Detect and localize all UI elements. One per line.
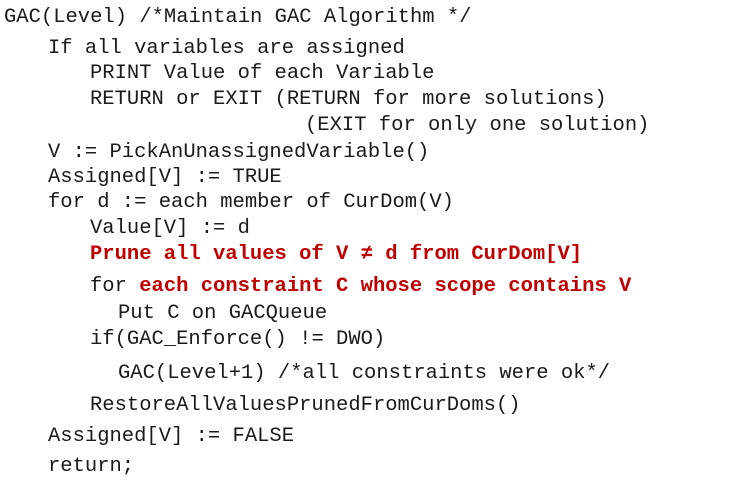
if-enforce-suffix: Enforce() != DWO) bbox=[176, 328, 386, 351]
code-line-return-exit: RETURN or EXIT (RETURN for more solution… bbox=[90, 88, 607, 111]
code-line-restore: RestoreAllValuesPrunedFromCurDoms() bbox=[90, 394, 521, 417]
code-line-header: GAC(Level) /*Maintain GAC Algorithm */ bbox=[4, 6, 472, 29]
code-line-assigned-true: Assigned[V] := TRUE bbox=[48, 166, 282, 189]
code-line-recurse: GAC(Level+1) /*all constraints were ok*/ bbox=[118, 362, 611, 385]
if-enforce-prefix: if(GAC bbox=[90, 328, 164, 351]
code-line-for-constraint: for each constraint C whose scope contai… bbox=[90, 275, 631, 299]
code-line-print: PRINT Value of each Variable bbox=[90, 62, 435, 85]
code-line-if-enforce: if(GAC_Enforce() != DWO) bbox=[90, 328, 386, 351]
code-line-put-queue: Put C on GACQueue bbox=[118, 302, 328, 325]
for-keyword: for bbox=[90, 275, 127, 298]
code-line-prune: Prune all values of V ≠ d from CurDom[V] bbox=[90, 243, 583, 266]
code-line-for-d: for d := each member of CurDom(V) bbox=[48, 191, 454, 214]
code-line-if-all-assigned: If all variables are assigned bbox=[48, 37, 405, 60]
code-line-value-assign: Value[V] := d bbox=[90, 217, 250, 240]
code-line-return: return; bbox=[48, 455, 135, 478]
code-line-exit-note: (EXIT for only one solution) bbox=[305, 114, 650, 137]
constraint-scope-text: each constraint C whose scope contains V bbox=[139, 275, 632, 298]
code-line-pick-variable: V := PickAnUnassignedVariable() bbox=[48, 141, 430, 164]
code-line-assigned-false: Assigned[V] := FALSE bbox=[48, 425, 295, 448]
